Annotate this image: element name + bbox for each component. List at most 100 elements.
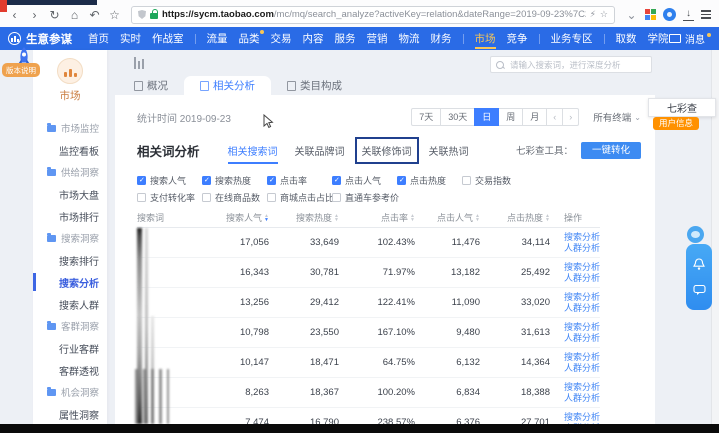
sidebar-item-市场排行[interactable]: 市场排行 [33, 205, 107, 227]
sidebar-group-机会洞察[interactable]: 机会洞察 [33, 381, 107, 403]
sidebar-item-搜索分析[interactable]: 搜索分析 [33, 271, 107, 293]
user-info-button[interactable]: 用户信息 [653, 117, 699, 130]
tab-相关分析[interactable]: 相关分析 [184, 76, 271, 95]
dropdown-chevron-icon[interactable]: ⌄ [625, 9, 638, 21]
column-header-点击率[interactable]: 点击率▲▼ [339, 211, 415, 224]
action-link-搜索分析[interactable]: 搜索分析 [564, 352, 600, 363]
topnav-item-取数[interactable]: 取数 [616, 27, 637, 50]
checkbox-支付转化率[interactable] [137, 193, 146, 202]
back-icon[interactable]: ‹ [8, 9, 21, 21]
date-button-周[interactable]: 周 [498, 108, 523, 126]
favorite-star-icon[interactable]: ☆ [600, 9, 608, 20]
checkbox-搜索人气[interactable] [137, 176, 146, 185]
browser-extension-icon[interactable] [663, 8, 676, 21]
checkbox-点击人气[interactable] [332, 176, 341, 185]
metric-商城点击占比[interactable]: 商城点击占比 [267, 191, 332, 204]
topnav-item-服务[interactable]: 服务 [335, 27, 356, 50]
topnav-item-品类[interactable]: 品类 [239, 27, 260, 50]
address-bar[interactable]: https://sycm.taobao.com/mc/mq/search_ana… [131, 6, 615, 24]
topnav-item-业务专区[interactable]: 业务专区 [551, 27, 593, 50]
sidebar-group-客群洞察[interactable]: 客群洞察 [33, 315, 107, 337]
sidebar-item-客群透视[interactable]: 客群透视 [33, 359, 107, 381]
keyword-search-box[interactable] [490, 56, 652, 73]
action-link-人群分析[interactable]: 人群分析 [564, 333, 600, 344]
date-button-日[interactable]: 日 [474, 108, 499, 126]
section-tab-关联修饰词[interactable]: 关联修饰词 [355, 137, 419, 164]
tab-概况[interactable]: 概况 [118, 76, 184, 95]
action-link-搜索分析[interactable]: 搜索分析 [564, 262, 600, 273]
topnav-item-营销[interactable]: 营销 [367, 27, 388, 50]
checkbox-点击热度[interactable] [397, 176, 406, 185]
sidebar-group-搜索洞察[interactable]: 搜索洞察 [33, 227, 107, 249]
column-header-点击人气[interactable]: 点击人气▲▼ [415, 211, 480, 224]
extensions-icon[interactable] [645, 9, 656, 20]
checkbox-在线商品数[interactable] [202, 193, 211, 202]
action-link-搜索分析[interactable]: 搜索分析 [564, 382, 600, 393]
column-header-搜索人气[interactable]: 搜索人气▲▼ [197, 211, 269, 224]
sidebar-item-市场大盘[interactable]: 市场大盘 [33, 183, 107, 205]
topnav-item-市场[interactable]: 市场 [475, 27, 496, 50]
next-date-button[interactable]: › [562, 108, 579, 126]
action-link-人群分析[interactable]: 人群分析 [564, 243, 600, 254]
sidebar-group-供给洞察[interactable]: 供给洞察 [33, 161, 107, 183]
reload-icon[interactable]: ↻ [48, 9, 61, 21]
column-header-点击热度[interactable]: 点击热度▲▼ [480, 211, 550, 224]
section-tab-关联热词[interactable]: 关联热词 [429, 143, 469, 158]
topnav-item-流量[interactable]: 流量 [207, 27, 228, 50]
topnav-item-首页[interactable]: 首页 [88, 27, 109, 50]
metric-在线商品数[interactable]: 在线商品数 [202, 191, 267, 204]
metric-点击人气[interactable]: 点击人气 [332, 174, 397, 187]
sidebar-item-行业客群[interactable]: 行业客群 [33, 337, 107, 359]
topnav-item-财务[interactable]: 财务 [431, 27, 452, 50]
checkbox-直通车参考价[interactable] [332, 193, 341, 202]
terminal-dropdown[interactable]: 所有终端 ⌄ [593, 110, 641, 124]
forward-icon[interactable]: › [28, 9, 41, 21]
action-link-搜索分析[interactable]: 搜索分析 [564, 232, 600, 243]
checkbox-交易指数[interactable] [462, 176, 471, 185]
checkbox-搜索热度[interactable] [202, 176, 211, 185]
home-icon[interactable]: ⌂ [68, 9, 81, 21]
sycm-logo[interactable]: 生意参谋 [8, 31, 72, 47]
chat-icon[interactable] [693, 284, 706, 296]
action-link-人群分析[interactable]: 人群分析 [564, 393, 600, 404]
checkbox-点击率[interactable] [267, 176, 276, 185]
topnav-item-物流[interactable]: 物流 [399, 27, 420, 50]
sidebar-group-市场监控[interactable]: 市场监控 [33, 117, 107, 139]
metric-点击率[interactable]: 点击率 [267, 174, 332, 187]
bell-icon[interactable] [693, 258, 705, 271]
sidebar-item-属性洞察[interactable]: 属性洞察 [33, 403, 107, 425]
metric-点击热度[interactable]: 点击热度 [397, 174, 462, 187]
metric-搜索热度[interactable]: 搜索热度 [202, 174, 267, 187]
sidebar-item-监控看板[interactable]: 监控看板 [33, 139, 107, 161]
action-link-搜索分析[interactable]: 搜索分析 [564, 322, 600, 333]
metric-支付转化率[interactable]: 支付转化率 [137, 191, 202, 204]
tab-类目构成[interactable]: 类目构成 [271, 76, 358, 95]
messages-button[interactable]: 消息 [669, 31, 711, 46]
version-notes-badge[interactable]: 版本说明 [2, 63, 40, 77]
section-tab-关联品牌词[interactable]: 关联品牌词 [295, 143, 345, 158]
columns-icon[interactable] [134, 57, 144, 69]
sidebar-item-搜索排行[interactable]: 搜索排行 [33, 249, 107, 271]
date-button-7天[interactable]: 7天 [411, 108, 441, 126]
date-button-月[interactable]: 月 [522, 108, 547, 126]
topnav-item-学院[interactable]: 学院 [648, 27, 669, 50]
sidebar-item-搜索人群[interactable]: 搜索人群 [33, 293, 107, 315]
one-key-convert-button[interactable]: 一键转化 [581, 142, 641, 159]
topnav-item-作战室[interactable]: 作战室 [152, 27, 184, 50]
metric-搜索人气[interactable]: 搜索人气 [137, 174, 202, 187]
browser-menu-icon[interactable] [701, 10, 711, 19]
topnav-item-竞争[interactable]: 竞争 [507, 27, 528, 50]
prev-date-button[interactable]: ‹ [546, 108, 563, 126]
qicaicha-popup[interactable]: 七彩查 [648, 98, 716, 117]
action-link-搜索分析[interactable]: 搜索分析 [564, 292, 600, 303]
bookmark-star-icon[interactable]: ☆ [108, 9, 121, 21]
action-link-人群分析[interactable]: 人群分析 [564, 303, 600, 314]
flash-icon[interactable]: ⚡ [590, 9, 596, 20]
action-link-人群分析[interactable]: 人群分析 [564, 273, 600, 284]
section-tab-相关搜索词[interactable]: 相关搜索词 [228, 143, 278, 158]
download-icon[interactable]: ↓ [683, 9, 694, 21]
search-input[interactable] [508, 59, 646, 71]
action-link-人群分析[interactable]: 人群分析 [564, 363, 600, 374]
history-icon[interactable]: ↶ [88, 9, 101, 21]
assistant-mascot-icon[interactable] [687, 226, 704, 243]
